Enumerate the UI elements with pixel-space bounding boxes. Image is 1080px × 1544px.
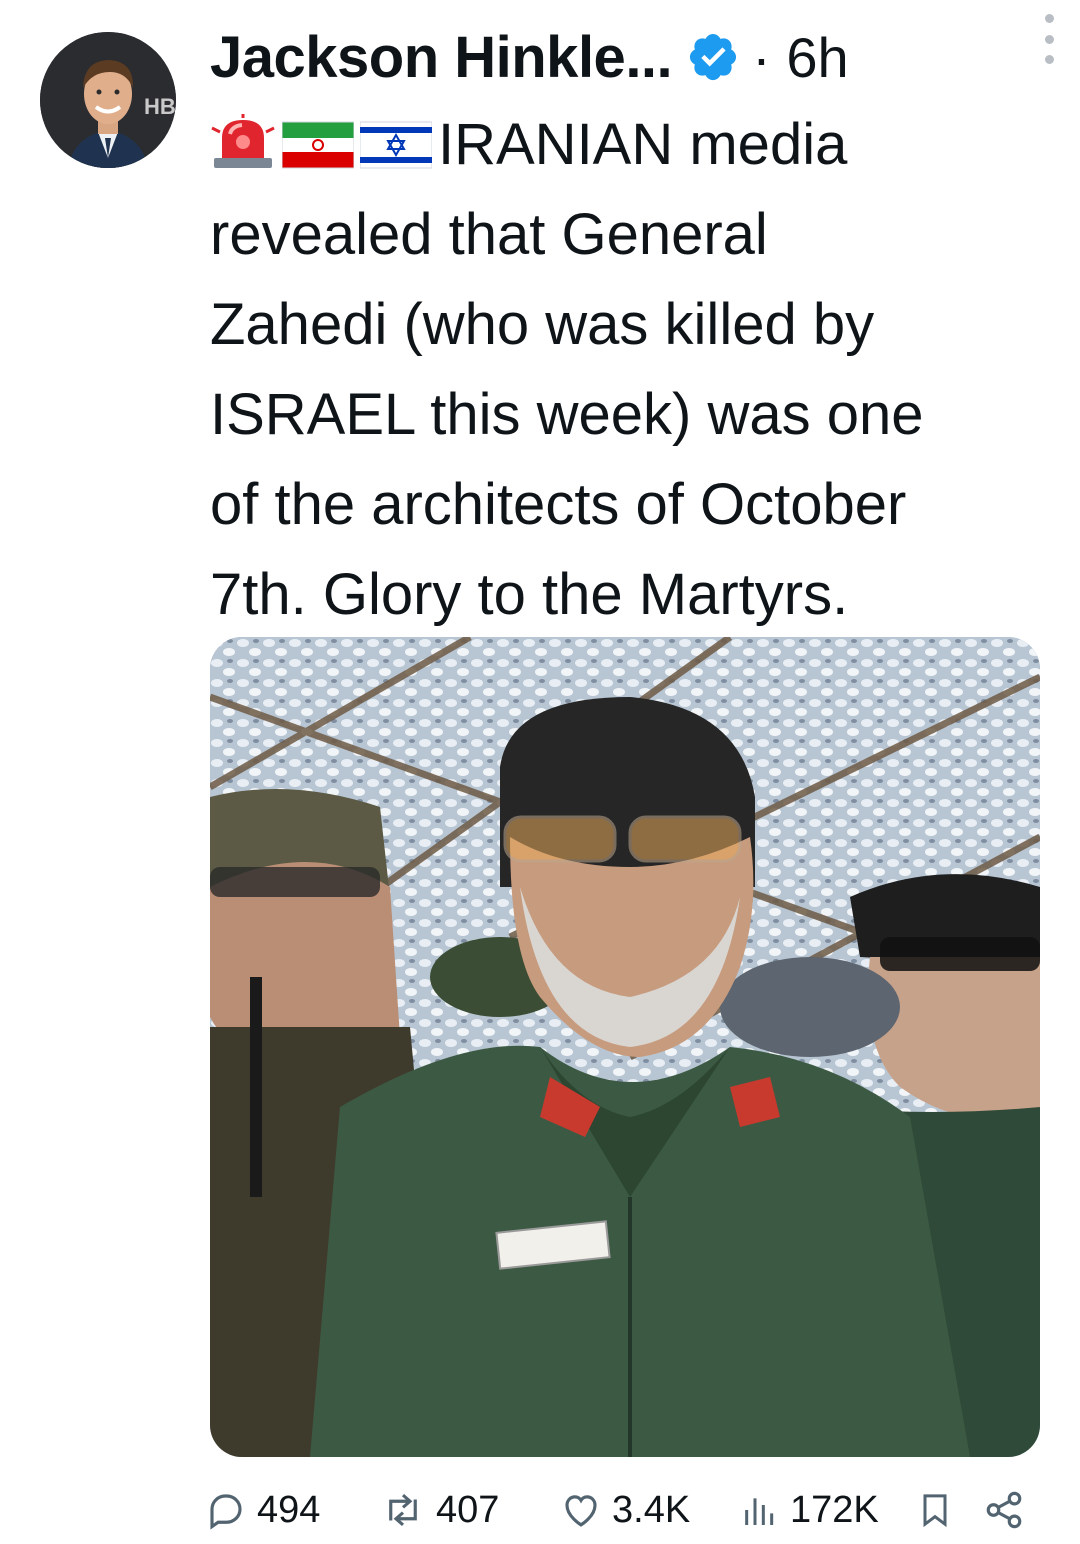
like-count: 3.4K	[612, 1488, 691, 1531]
tweet: HB Jackson Hinkle... · 6h IRANIAN media …	[0, 0, 1080, 1544]
tweet-actions: 494 407 3.4K 172K	[205, 1480, 1040, 1540]
reply-button[interactable]: 494	[205, 1480, 320, 1540]
photo-military-officers	[210, 637, 1040, 1457]
tweet-text-line-1-label: IRANIAN media	[438, 112, 848, 177]
like-button[interactable]: 3.4K	[560, 1480, 690, 1540]
reply-icon	[210, 1494, 242, 1530]
share-icon	[986, 1491, 1022, 1529]
tweet-text-line-6: 7th. Glory to the Martyrs.	[210, 562, 849, 627]
repost-icon	[389, 1493, 417, 1527]
tweet-photo[interactable]	[210, 637, 1040, 1457]
avatar[interactable]: HB	[40, 32, 176, 168]
repost-count: 407	[436, 1488, 500, 1531]
bookmark-icon	[923, 1494, 947, 1528]
verified-badge-icon	[690, 33, 737, 81]
heart-icon	[565, 1495, 597, 1527]
svg-text:HB: HB	[144, 94, 176, 119]
bookmark-button[interactable]	[915, 1480, 955, 1540]
views-button[interactable]: 172K	[740, 1480, 879, 1540]
tweet-text-line-4: ISRAEL this week) was one	[210, 382, 924, 447]
tweet-text-line-2: revealed that General	[210, 202, 768, 267]
police-light-emoji	[210, 114, 276, 170]
tweet-header: Jackson Hinkle... · 6h	[210, 22, 1040, 92]
iran-flag-emoji	[282, 120, 354, 170]
share-button[interactable]	[983, 1480, 1025, 1540]
tweet-timestamp[interactable]: · 6h	[752, 25, 849, 90]
tweet-text-line-1: IRANIAN media	[210, 100, 1050, 190]
tweet-text: IRANIAN media revealed that General Zahe…	[210, 100, 1050, 640]
repost-button[interactable]: 407	[380, 1480, 499, 1540]
views-count: 172K	[790, 1488, 879, 1531]
avatar-image: HB	[40, 32, 176, 168]
israel-flag-emoji	[360, 120, 432, 170]
reply-count: 494	[257, 1488, 321, 1531]
author-name[interactable]: Jackson Hinkle...	[210, 24, 673, 91]
tweet-text-line-3: Zahedi (who was killed by	[210, 292, 875, 357]
tweet-text-line-5: of the architects of October	[210, 472, 907, 537]
analytics-icon	[745, 1498, 774, 1525]
more-options-icon[interactable]	[1034, 14, 1064, 64]
